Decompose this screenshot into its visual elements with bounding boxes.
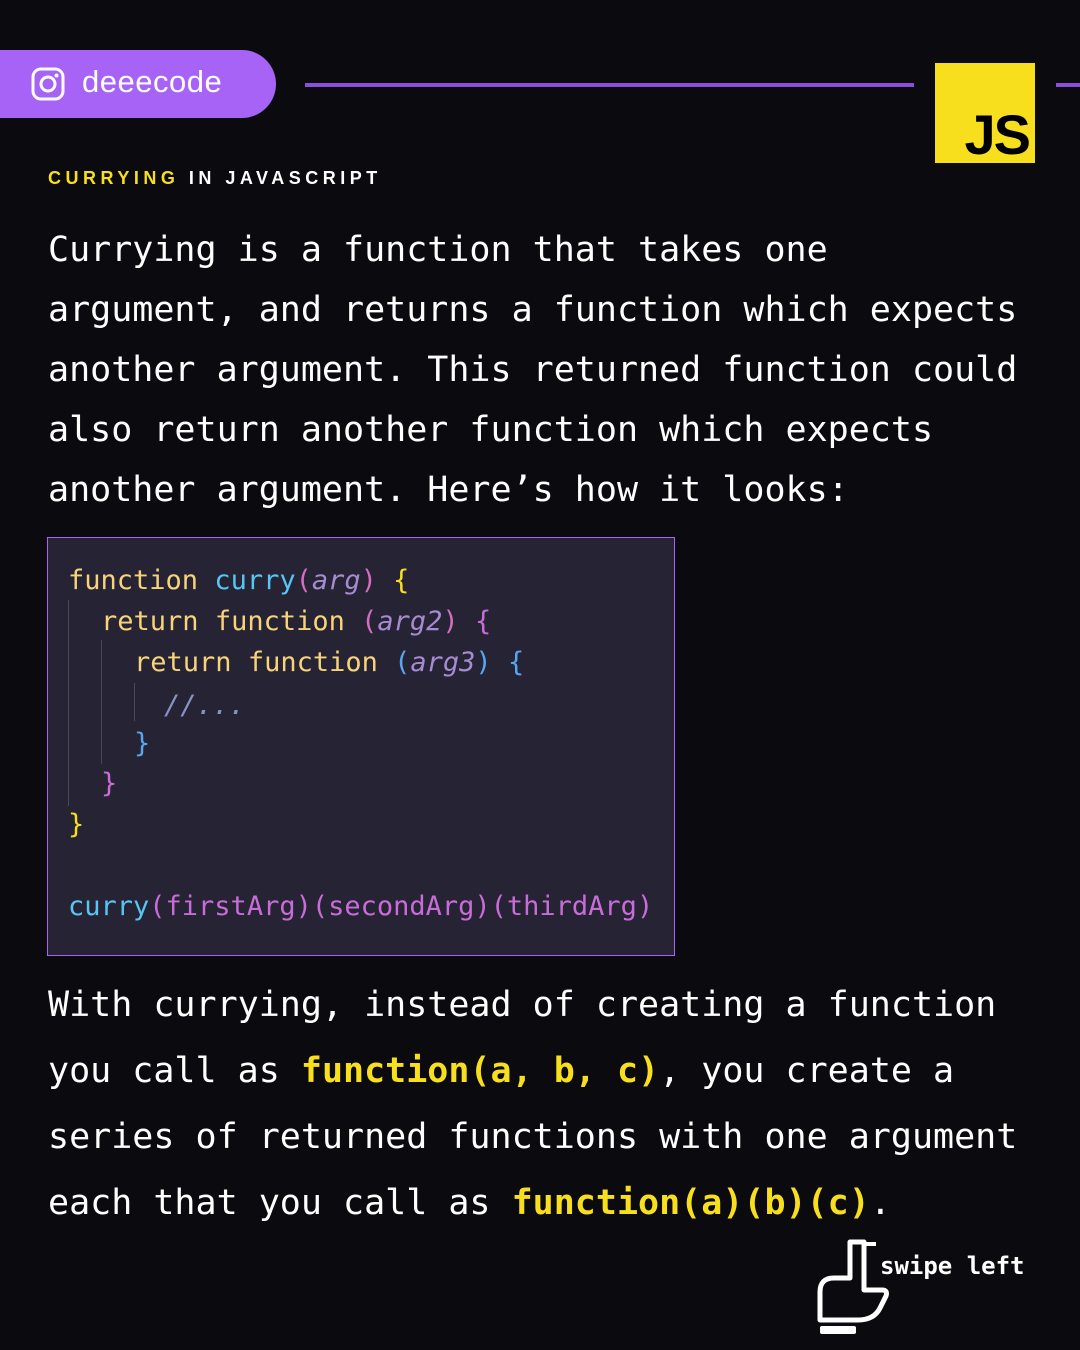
code-paren: ( — [295, 565, 312, 596]
code-keyword: function — [68, 565, 199, 596]
outro-line: With currying, instead of creating a fun… — [48, 985, 997, 1025]
indent-guide — [134, 683, 135, 721]
inline-code: function(a, b, c) — [300, 1051, 660, 1091]
subtitle-highlight: CURRYING — [48, 168, 180, 188]
indent-guide — [68, 600, 69, 806]
swipe-hint[interactable]: swipe left — [814, 1238, 1054, 1338]
intro-line: also return another function which expec… — [48, 410, 934, 450]
code-param: arg — [311, 565, 361, 596]
code-paren: ( — [361, 606, 378, 637]
code-function-name: curry — [68, 891, 150, 922]
code-closing-brace: } — [101, 768, 118, 799]
instagram-handle-badge[interactable]: deeecode — [0, 50, 276, 118]
outro-text: , you create a — [659, 1051, 955, 1091]
handle-text: deeecode — [82, 64, 223, 99]
outro-line: you call as function(a, b, c), you creat… — [48, 1038, 1058, 1104]
outro-text: you call as — [48, 1051, 301, 1091]
code-paren: ) — [475, 647, 492, 678]
outro-text: . — [869, 1183, 891, 1223]
js-logo: JS — [935, 63, 1035, 163]
code-param: arg3 — [410, 647, 476, 678]
code-line: return function (arg3) { — [134, 646, 524, 680]
header-divider-line — [305, 83, 914, 87]
code-brace: { — [507, 647, 525, 678]
intro-paragraph: Currying is a function that takes one ar… — [48, 220, 1048, 520]
code-keyword: function — [247, 647, 378, 678]
code-line: curry(firstArg)(secondArg)(thirdArg) — [68, 890, 653, 924]
code-comment: //... — [164, 690, 246, 721]
instagram-icon — [31, 67, 65, 101]
header-divider-line-right — [1056, 83, 1080, 87]
intro-line: Currying is a function that takes one — [48, 230, 828, 270]
subtitle-rest: IN JAVASCRIPT — [179, 168, 382, 188]
outro-line: each that you call as function(a)(b)(c). — [48, 1170, 1058, 1236]
outro-text: each that you call as — [48, 1183, 512, 1223]
code-brace: { — [393, 565, 410, 596]
code-line: return function (arg2) { — [101, 605, 491, 639]
intro-line: another argument. Here’s how it looks: — [48, 470, 849, 510]
outro-line: series of returned functions with one ar… — [48, 1117, 1018, 1157]
code-closing-brace: } — [68, 809, 85, 840]
page-subtitle: CURRYING IN JAVASCRIPT — [48, 168, 382, 189]
code-keyword: function — [214, 606, 345, 637]
indent-guide — [101, 640, 102, 764]
swipe-label: swipe left — [880, 1252, 1025, 1280]
code-function-name: curry — [214, 565, 296, 596]
inline-code: function(a)(b)(c) — [511, 1183, 870, 1223]
code-line: function curry(arg) { — [68, 564, 409, 598]
code-keyword: return — [101, 606, 199, 637]
code-keyword: return — [134, 647, 232, 678]
code-paren: ) — [442, 606, 459, 637]
intro-line: argument, and returns a function which e… — [48, 290, 1018, 330]
outro-paragraph: With currying, instead of creating a fun… — [48, 972, 1058, 1236]
code-closing-brace: } — [134, 728, 151, 759]
code-param: arg2 — [377, 606, 443, 637]
code-brace: { — [474, 606, 492, 637]
code-paren: ) — [360, 565, 377, 596]
code-line: //... — [164, 689, 245, 723]
js-logo-text: JS — [964, 103, 1031, 166]
code-paren: ( — [394, 647, 411, 678]
code-call-args: (firstArg)(secondArg)(thirdArg) — [149, 891, 654, 922]
code-block: function curry(arg) { return function (a… — [47, 537, 675, 956]
intro-line: another argument. This returned function… — [48, 350, 1018, 390]
